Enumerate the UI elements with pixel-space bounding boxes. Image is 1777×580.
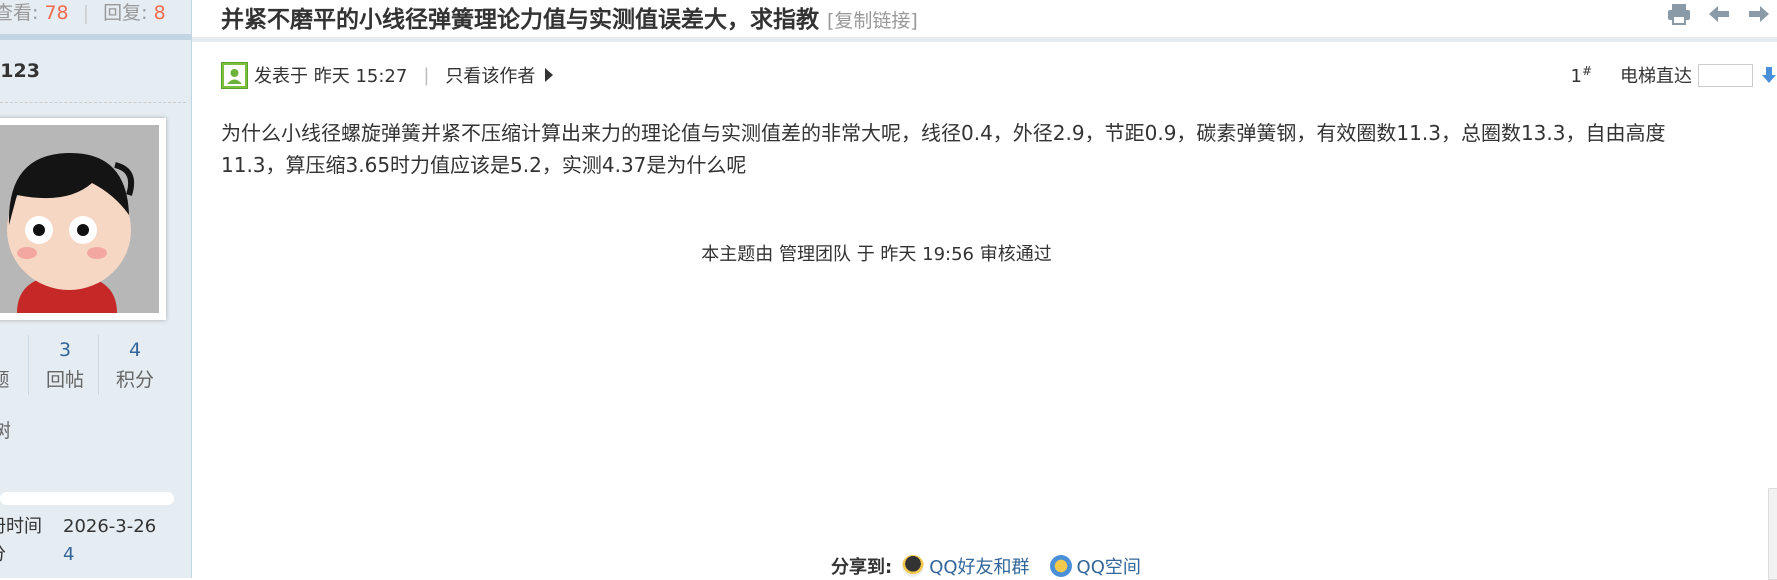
thread-title-text: 并紧不磨平的小线径弹簧理论力值与实测值误差大，求指教 — [221, 7, 819, 33]
sidebar-progress-bar — [0, 492, 174, 505]
share-bar: 分享到: QQ好友和群 QQ空间 — [831, 553, 1161, 579]
stat-posts-value: 3 — [58, 339, 72, 361]
avatar[interactable] — [0, 118, 166, 320]
floor-mark: # — [1581, 63, 1592, 78]
stats-divider: | — [82, 2, 90, 24]
author-stats: 题 3 回帖 4 积分 — [0, 335, 191, 395]
stat-posts-label: 回帖 — [45, 369, 84, 391]
elevator-input[interactable] — [1698, 63, 1753, 87]
thread-stats: 查看: 78 | 回复: 8 — [0, 0, 191, 40]
author-misc-text: 树 — [0, 416, 11, 443]
stat-credits-label: 积分 — [115, 369, 154, 391]
author-sidebar: 查看: 78 | 回复: 8 x123 题 — [0, 0, 192, 578]
thread-title-bar: 并紧不磨平的小线径弹簧理论力值与实测值误差大，求指教 [复制链接] — [192, 0, 1777, 42]
posted-prefix: 发表于 — [254, 66, 308, 87]
floor-nav: 1# 电梯直达 — [1570, 60, 1777, 90]
go-down-icon[interactable] — [1761, 65, 1777, 85]
info-credits-value[interactable]: 4 — [63, 544, 74, 565]
floor-number[interactable]: 1# — [1570, 64, 1592, 87]
share-qzone-link[interactable]: QQ空间 — [1077, 553, 1141, 579]
stat-credits-value: 4 — [128, 339, 142, 361]
replies-count: 8 — [153, 2, 166, 24]
floor-number-value: 1 — [1570, 65, 1582, 87]
post-meta: 发表于 昨天 15:27 | 只看该作者 — [221, 60, 554, 90]
share-label: 分享到: — [831, 557, 893, 578]
info-credits-key: 分 — [0, 542, 63, 568]
post-line-1: 为什么小线径螺旋弹簧并紧不压缩计算出来力的理论值与实测值差的非常大呢，线径0.4… — [221, 121, 1666, 145]
stat-posts[interactable]: 3 回帖 — [28, 335, 101, 395]
post-line-2: 11.3，算压缩3.65时力值应该是5.2，实测4.37是为什么呢 — [221, 153, 747, 177]
info-register-value: 2026-3-26 — [63, 516, 157, 537]
thread-tools — [1666, 2, 1772, 26]
next-thread-icon[interactable] — [1746, 2, 1772, 26]
online-status-icon — [221, 61, 248, 89]
thread-title: 并紧不磨平的小线径弹簧理论力值与实测值误差大，求指教 [复制链接] — [221, 0, 918, 34]
views-label: 查看: — [0, 2, 39, 24]
prev-thread-icon[interactable] — [1706, 2, 1732, 26]
avatar-image[interactable] — [0, 125, 159, 313]
scroll-handle[interactable] — [1768, 488, 1777, 580]
info-register-key: 册时间 — [0, 516, 42, 537]
posted-time: 昨天 15:27 — [313, 66, 408, 87]
only-author-link[interactable]: 只看该作者 — [445, 62, 535, 88]
author-username[interactable]: x123 — [0, 60, 40, 82]
arrow-right-icon[interactable] — [545, 68, 554, 82]
elevator-label: 电梯直达 — [1620, 66, 1692, 87]
sidebar-divider — [0, 102, 186, 103]
stat-credits[interactable]: 4 积分 — [98, 335, 171, 395]
moderation-notice: 本主题由 管理团队 于 昨天 19:56 审核通过 — [192, 240, 1777, 266]
post-main: 并紧不磨平的小线径弹簧理论力值与实测值误差大，求指教 [复制链接] 发表于 昨天 … — [192, 0, 1777, 580]
copy-link-button[interactable]: [复制链接] — [827, 10, 918, 32]
post-content: 为什么小线径螺旋弹簧并紧不压缩计算出来力的理论值与实测值差的非常大呢，线径0.4… — [221, 117, 1777, 181]
qq-icon[interactable] — [902, 555, 925, 577]
info-register-time: 册时间 2026-3-26 — [0, 514, 156, 540]
replies-label: 回复: — [103, 2, 148, 24]
moderation-text: 本主题由 管理团队 于 昨天 19:56 审核通过 — [701, 244, 1052, 265]
qzone-icon[interactable] — [1049, 555, 1072, 577]
print-icon[interactable] — [1666, 2, 1692, 26]
info-credits: 分4 — [0, 542, 74, 568]
share-qq-friends-link[interactable]: QQ好友和群 — [929, 553, 1029, 579]
meta-divider: | — [423, 64, 430, 86]
views-count: 78 — [44, 2, 69, 24]
